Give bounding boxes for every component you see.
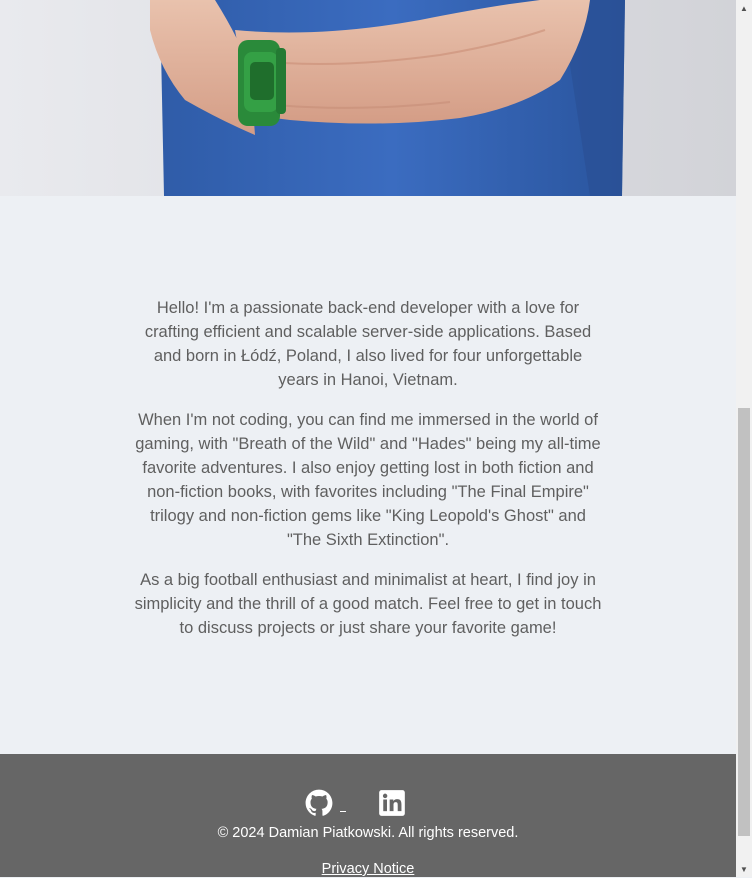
about-section: Hello! I'm a passionate back-end develop… [0, 196, 736, 754]
scroll-down-icon[interactable]: ▼ [736, 861, 752, 877]
watch [238, 40, 286, 126]
github-icon [305, 789, 333, 816]
privacy-notice-link[interactable]: Privacy Notice [322, 861, 415, 877]
about-paragraph-intro: Hello! I'm a passionate back-end develop… [144, 299, 592, 389]
github-link[interactable] [305, 789, 333, 817]
linkedin-icon [379, 790, 405, 816]
portrait-image [0, 0, 736, 196]
scrollbar-thumb[interactable] [738, 408, 750, 836]
social-links [0, 789, 736, 819]
about-text: Hello! I'm a passionate back-end develop… [134, 296, 602, 656]
hero-photo [0, 0, 736, 196]
about-paragraph-hobbies: When I'm not coding, you can find me imm… [135, 411, 601, 549]
scrollbar[interactable]: ▲ ▼ [736, 0, 752, 877]
link-separator [340, 811, 346, 812]
linkedin-link[interactable] [378, 789, 406, 817]
footer: © 2024 Damian Piatkowski. All rights res… [0, 754, 736, 877]
copyright-text: © 2024 Damian Piatkowski. All rights res… [217, 825, 519, 841]
about-paragraph-outro: As a big football enthusiast and minimal… [134, 571, 602, 637]
scroll-up-icon[interactable]: ▲ [736, 0, 752, 16]
privacy-notice: Privacy Notice [0, 860, 736, 878]
page: Hello! I'm a passionate back-end develop… [0, 0, 736, 877]
